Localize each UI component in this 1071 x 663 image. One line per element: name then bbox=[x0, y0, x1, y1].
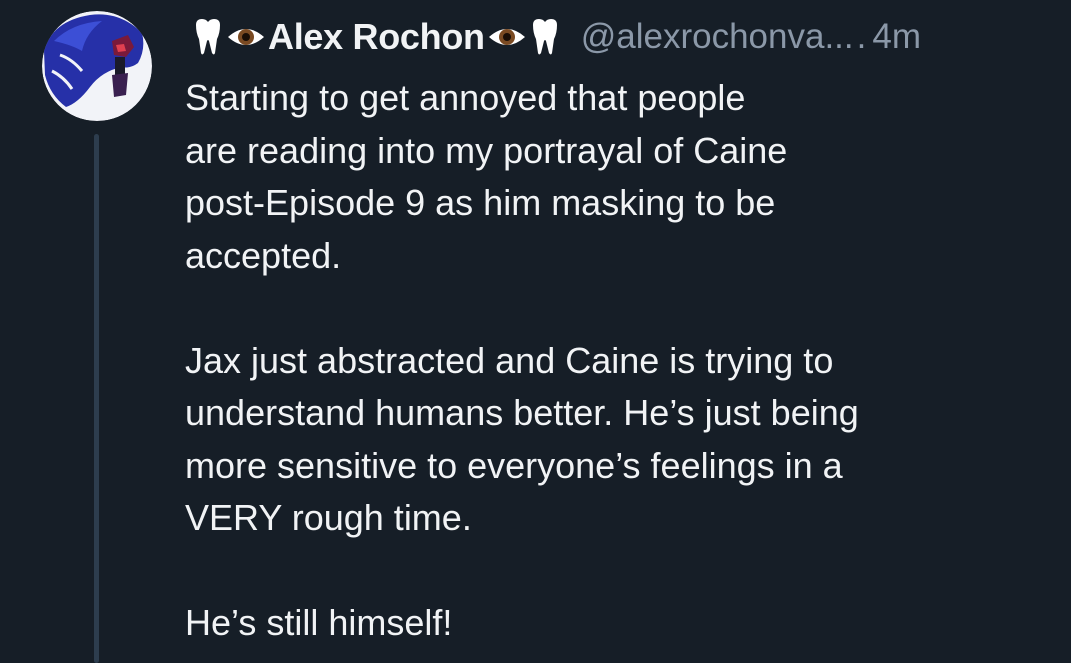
body-line: understand humans better. He’s just bein… bbox=[185, 392, 859, 433]
eye-icon bbox=[487, 17, 527, 57]
body-line: are reading into my portrayal of Caine bbox=[185, 129, 788, 171]
eye-icon bbox=[226, 17, 266, 57]
post-body: Starting to get annoyed that people are … bbox=[185, 72, 1045, 650]
body-line: accepted. bbox=[185, 234, 342, 276]
post-timestamp[interactable]: 4m bbox=[872, 17, 921, 57]
tooth-icon bbox=[527, 17, 563, 57]
body-line: more sensitive to everyone’s feelings in… bbox=[185, 444, 843, 486]
body-line: post-Episode 9 as him masking to be bbox=[185, 182, 776, 223]
author-display-name: Alex Rochon bbox=[268, 16, 485, 57]
author-name-link[interactable]: Alex Rochon bbox=[190, 16, 563, 58]
tooth-icon bbox=[190, 17, 226, 57]
body-line: Starting to get annoyed that people bbox=[185, 77, 746, 118]
separator-dot: . bbox=[856, 17, 867, 56]
post-header: Alex Rochon @alexrochonva... . 4m bbox=[190, 14, 921, 60]
body-line: VERY rough time. bbox=[185, 497, 472, 538]
body-line: He’s still himself! bbox=[185, 602, 453, 643]
thread-line bbox=[94, 134, 99, 663]
avatar[interactable] bbox=[42, 11, 152, 121]
post: Alex Rochon @alexrochonva... . 4m Starti… bbox=[0, 0, 1071, 663]
body-line: Jax just abstracted and Caine is trying … bbox=[185, 339, 834, 381]
author-handle[interactable]: @alexrochonva... bbox=[581, 17, 854, 57]
